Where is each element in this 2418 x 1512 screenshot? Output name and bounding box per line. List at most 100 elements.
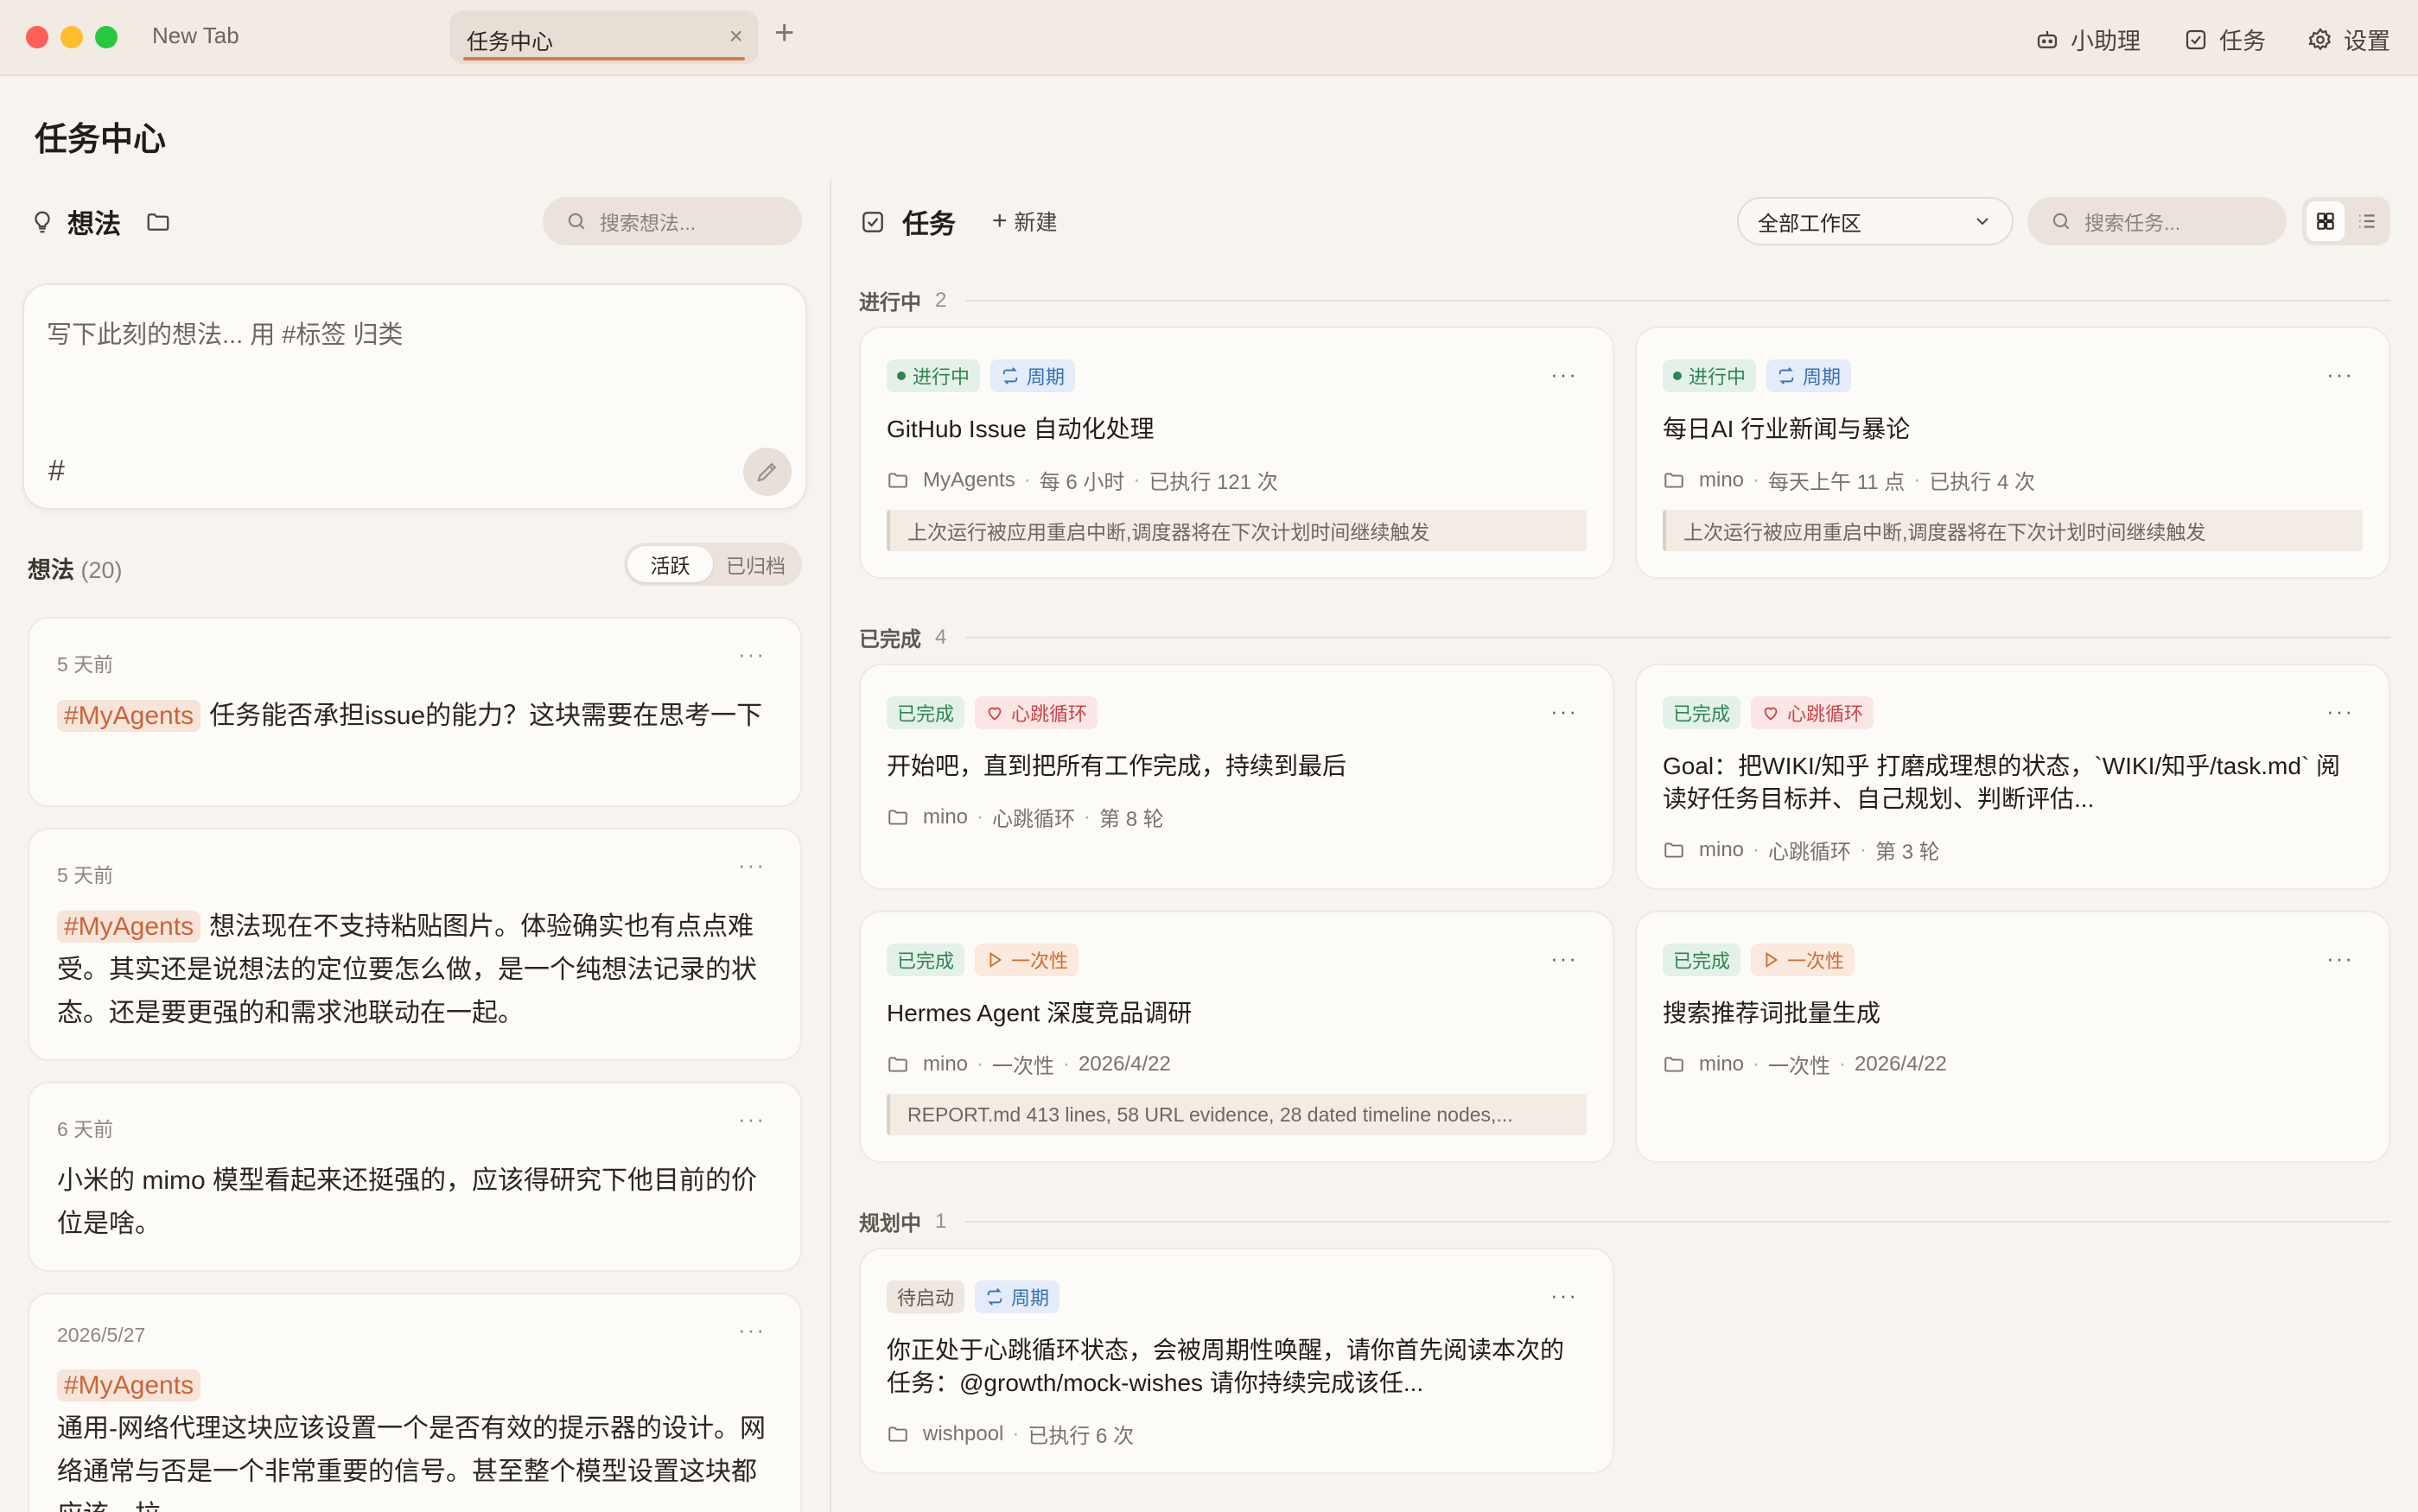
section-count: 2 — [935, 288, 947, 312]
task-card[interactable]: 进行中 周期 ··· GitHub Issue 自动化处理 MyAgents · 每… — [859, 327, 1614, 579]
more-options-button[interactable]: ··· — [738, 1317, 766, 1344]
play-icon — [1766, 951, 1779, 969]
task-title: 每日AI 行业新闻与暴论 — [1663, 416, 1911, 442]
more-options-button[interactable]: ··· — [1550, 1282, 1578, 1309]
tasks-title: 任务 — [902, 209, 956, 239]
filter-active-button[interactable]: 活跃 — [627, 546, 713, 582]
type-badge: 一次性 — [1751, 943, 1855, 976]
type-badge: 一次性 — [975, 943, 1079, 976]
zoom-window-button[interactable] — [95, 26, 118, 48]
submit-idea-button[interactable] — [743, 448, 792, 496]
assistant-label: 小助理 — [2071, 29, 2141, 54]
task-card[interactable]: 待启动 周期 ··· 你正处于心跳循环状态，会被周期性唤醒，请你首先阅读本次的任… — [859, 1248, 1614, 1474]
status-badge: 已完成 — [887, 943, 965, 976]
section-count: 4 — [935, 625, 947, 649]
more-options-button[interactable]: ··· — [2326, 698, 2354, 725]
status-dot-icon — [1673, 372, 1682, 380]
status-badge: 已完成 — [1663, 943, 1741, 976]
tasks-search-input[interactable]: 搜索任务... — [2027, 197, 2287, 245]
tab-new-tab[interactable]: New Tab — [152, 22, 239, 49]
task-card[interactable]: 已完成 心跳循环 ··· 开始吧，直到把所有工作完成，持续到最后 mino · 心跳… — [859, 664, 1614, 890]
column-divider — [830, 180, 831, 1512]
new-tab-button[interactable]: + — [774, 16, 794, 50]
section-name: 进行中 — [859, 291, 921, 314]
gear-icon — [2308, 27, 2332, 50]
close-window-button[interactable] — [26, 26, 48, 48]
workspace-select[interactable]: 全部工作区 — [1737, 197, 2014, 245]
section-in-progress: 进行中 2 — [859, 285, 2390, 315]
folder-icon — [888, 809, 907, 825]
assistant-button[interactable]: 小助理 — [2034, 22, 2141, 56]
ideas-search-input[interactable]: 搜索想法... — [543, 197, 802, 245]
idea-tag[interactable]: #MyAgents — [57, 911, 201, 943]
minimize-window-button[interactable] — [60, 26, 83, 48]
idea-card[interactable]: 5 天前 ··· #MyAgents 任务能否承担issue的能力？这块需要在思考… — [28, 617, 802, 807]
idea-card[interactable]: 6 天前 ··· 小米的 mimo 模型看起来还挺强的，应该得研究下他目前的价位… — [28, 1082, 802, 1272]
type-badge: 周期 — [990, 359, 1076, 392]
ideas-title: 想法 — [67, 209, 121, 239]
task-card[interactable]: 已完成 一次性 ··· 搜索推荐词批量生成 mino · 一次性 · 2026/4/22 — [1635, 911, 2390, 1163]
composer-placeholder: 写下此刻的想法... 用 #标签 归类 — [47, 321, 404, 349]
status-badge: 已完成 — [887, 696, 965, 729]
section-planning: 规划中 1 — [859, 1206, 2390, 1236]
ideas-count-label: 想法 (20) — [28, 551, 123, 585]
type-badge: 心跳循环 — [975, 696, 1098, 729]
tasks-button[interactable]: 任务 — [2183, 22, 2266, 56]
settings-button[interactable]: 设置 — [2307, 22, 2390, 56]
more-options-button[interactable]: ··· — [2326, 945, 2354, 972]
filter-archived-button[interactable]: 已归档 — [713, 546, 799, 582]
more-options-button[interactable]: ··· — [738, 641, 766, 668]
more-options-button[interactable]: ··· — [738, 852, 766, 879]
task-meta: mino · 心跳循环 · 第 8 轮 — [887, 802, 1164, 832]
checkbox-icon — [862, 211, 883, 232]
task-card[interactable]: 已完成 一次性 ··· Hermes Agent 深度竞品调研 mino · 一次性… — [859, 911, 1614, 1163]
section-name: 规划中 — [859, 1212, 921, 1236]
folder-icon — [888, 1426, 907, 1442]
checkbox-icon — [2186, 29, 2206, 49]
more-options-button[interactable]: ··· — [738, 1106, 766, 1133]
task-title: 搜索推荐词批量生成 — [1663, 1000, 1881, 1026]
status-badge: 已完成 — [1663, 696, 1741, 729]
idea-text: 通用-网络代理这块应该设置一个是否有效的提示器的设计。网络通常与否是一个非常重要… — [57, 1414, 766, 1512]
task-card[interactable]: 进行中 周期 ··· 每日AI 行业新闻与暴论 mino · 每天上午 11 点 · 已… — [1635, 327, 2390, 579]
ideas-header: 想法 — [29, 202, 171, 241]
more-options-button[interactable]: ··· — [1550, 945, 1578, 972]
task-meta: mino · 心跳循环 · 第 3 轮 — [1663, 835, 1940, 865]
idea-time: 5 天前 — [57, 653, 114, 676]
idea-time: 2026/5/27 — [57, 1324, 146, 1346]
tasks-search-placeholder: 搜索任务... — [2084, 212, 2181, 234]
more-options-button[interactable]: ··· — [1550, 698, 1578, 725]
idea-tag[interactable]: #MyAgents — [57, 1369, 201, 1401]
task-card[interactable]: 已完成 心跳循环 ··· Goal：把WIKI/知乎 打磨成理想的状态，`WIK… — [1635, 664, 2390, 890]
ideas-count-number: (20) — [80, 557, 123, 583]
section-divider — [965, 1220, 2390, 1223]
more-options-button[interactable]: ··· — [1550, 361, 1578, 388]
new-task-button[interactable]: + 新建 — [992, 206, 1058, 237]
ideas-filter-toggle: 活跃 已归档 — [624, 543, 802, 586]
close-tab-icon[interactable]: × — [729, 22, 743, 50]
idea-composer[interactable]: 写下此刻的想法... 用 #标签 归类 # — [22, 283, 807, 510]
list-view-button[interactable] — [2348, 201, 2386, 241]
heart-icon — [988, 707, 1002, 721]
task-note: 上次运行被应用重启中断,调度器将在下次计划时间继续触发 — [887, 510, 1587, 551]
search-icon — [2052, 213, 2070, 230]
repeat-icon — [987, 1288, 1002, 1306]
task-title: GitHub Issue 自动化处理 — [887, 416, 1155, 442]
idea-card[interactable]: 5 天前 ··· #MyAgents 想法现在不支持粘贴图片。体验确实也有点点难受… — [28, 828, 802, 1061]
folder-icon[interactable] — [145, 209, 171, 235]
hashtag-button[interactable]: # — [48, 454, 65, 488]
idea-card[interactable]: 2026/5/27 ··· #MyAgents 通用-网络代理这块应该设置一个是否… — [28, 1293, 802, 1512]
task-title: Hermes Agent 深度竞品调研 — [887, 1000, 1193, 1026]
more-options-button[interactable]: ··· — [2326, 361, 2354, 388]
task-title: 开始吧，直到把所有工作完成，持续到最后 — [887, 753, 1347, 779]
tab-task-center[interactable]: 任务中心 × — [449, 10, 759, 64]
grid-view-button[interactable] — [2307, 201, 2345, 241]
repeat-icon — [1002, 367, 1018, 384]
pencil-icon — [757, 462, 777, 482]
idea-tag[interactable]: #MyAgents — [57, 700, 201, 732]
play-icon — [989, 951, 1002, 969]
new-task-label: 新建 — [1014, 211, 1058, 235]
status-badge: 进行中 — [1663, 359, 1757, 392]
grid-icon — [2317, 213, 2334, 230]
heart-icon — [1764, 707, 1778, 721]
